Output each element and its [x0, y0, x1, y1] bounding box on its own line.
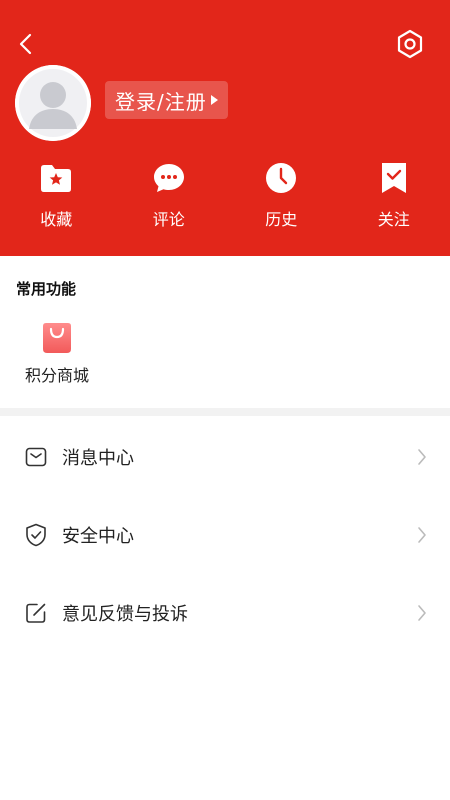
login-register-button[interactable]: 登录/注册 [105, 81, 228, 119]
user-avatar-placeholder [15, 65, 91, 141]
settings-hexagon-icon [397, 29, 423, 59]
menu-item-label: 意见反馈与投诉 [62, 604, 188, 625]
points-mall-label: 积分商城 [24, 366, 89, 385]
settings-button[interactable] [390, 24, 430, 64]
chevron-left-icon [19, 33, 32, 55]
menu-item-security-center[interactable]: 安全中心 [0, 509, 450, 561]
chat-bubble-icon [151, 160, 187, 196]
edit-square-icon [24, 601, 48, 625]
quick-action-comments[interactable]: 评论 [113, 160, 226, 240]
avatar[interactable] [15, 65, 91, 141]
points-mall-button[interactable]: 积分商城 [16, 320, 98, 386]
profile-header: 登录/注册 收藏 评论 历史 关注 [0, 0, 450, 256]
menu-item-feedback[interactable]: 意见反馈与投诉 [0, 587, 450, 639]
chevron-right-icon [416, 525, 428, 545]
folder-star-icon [38, 160, 74, 196]
chevron-right-icon [416, 603, 428, 623]
back-button[interactable] [6, 24, 46, 64]
bookmark-check-icon [376, 160, 412, 196]
quick-action-label: 历史 [265, 210, 298, 229]
login-register-label: 登录/注册 [115, 89, 207, 114]
shield-check-icon [24, 523, 48, 547]
chevron-right-icon [416, 447, 428, 467]
quick-action-history[interactable]: 历史 [225, 160, 338, 240]
common-functions-title: 常用功能 [16, 280, 77, 298]
quick-action-label: 收藏 [40, 210, 73, 229]
menu-item-message-center[interactable]: 消息中心 [0, 431, 450, 483]
shopping-bag-icon [43, 323, 71, 353]
quick-actions: 收藏 评论 历史 关注 [0, 160, 450, 240]
quick-action-follow[interactable]: 关注 [338, 160, 450, 240]
triangle-right-icon [210, 95, 218, 105]
menu-item-label: 消息中心 [62, 448, 134, 469]
menu-item-label: 安全中心 [62, 526, 134, 547]
quick-action-label: 评论 [152, 210, 185, 229]
profile-page: 登录/注册 收藏 评论 历史 关注 常用功能 积分商城 消息中心 安全中心 意见… [0, 0, 450, 800]
section-divider [0, 408, 450, 416]
clock-icon [263, 160, 299, 196]
mail-icon [24, 445, 48, 469]
quick-action-label: 关注 [377, 210, 410, 229]
quick-action-favorites[interactable]: 收藏 [0, 160, 113, 240]
